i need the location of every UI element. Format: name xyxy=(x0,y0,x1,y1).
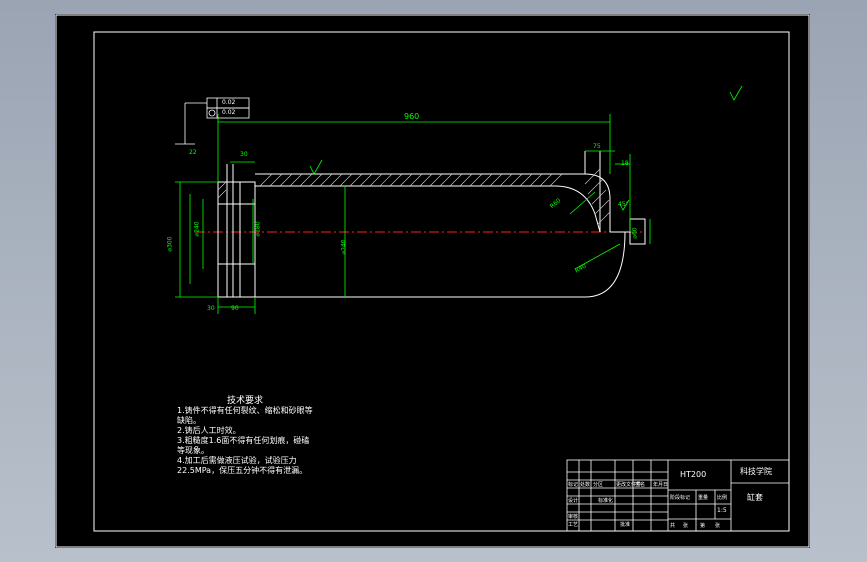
tech-req-line: 1.铸件不得有任何裂纹、缩松和砂眼等 xyxy=(177,406,313,415)
tolerance-frame xyxy=(175,97,250,145)
tech-req-line: 4.加工后需做液压试验，试验压力 xyxy=(177,456,297,465)
tb-label: 标记 xyxy=(568,482,579,488)
dim-angle-mark: 45° xyxy=(618,201,629,208)
tech-req-line: 22.5MPa，保压五分钟不得有泄漏。 xyxy=(177,466,308,475)
tb-sheet: 张 xyxy=(715,523,721,529)
dim-top-75: 75 xyxy=(593,143,601,150)
tech-req-line: 缺陷。 xyxy=(177,416,201,425)
dim-small-step: 22 xyxy=(189,149,197,156)
tb-row2: 重量 xyxy=(698,495,709,501)
tb-sheet: 张 xyxy=(683,523,689,529)
tb-label: 处数 xyxy=(580,482,591,488)
dim-top-18: 18 xyxy=(621,160,629,167)
dim-overall-length: 960 xyxy=(404,112,420,121)
dimension-lines xyxy=(175,114,651,314)
dim-outer-dia-300: ⌀300 xyxy=(166,236,174,252)
tb-row3: 审核 xyxy=(568,514,579,520)
tech-req-line: 2.铸后人工时效。 xyxy=(177,426,241,435)
tech-req-line: 等现象。 xyxy=(177,446,209,455)
tb-row2: 标准化 xyxy=(598,498,614,504)
tech-req-line: 3.粗糙度1.6面不得有任何划痕，碰磕 xyxy=(177,436,310,445)
dim-end-dia-60: ⌀60 xyxy=(631,227,639,239)
sheet-border-outer xyxy=(55,14,810,548)
section-hatching xyxy=(217,168,611,225)
dim-inner-dia-240: ⌀240 xyxy=(340,239,348,255)
dim-inner-dia-180: ⌀180 xyxy=(254,221,262,237)
tb-row2: 设计 xyxy=(568,498,579,504)
tb-row2: 比例 xyxy=(717,495,728,501)
tb-label: 分区 xyxy=(593,482,604,488)
tech-req-title: 技术要求 xyxy=(227,396,264,406)
title-block-scale: 1:5 xyxy=(717,507,727,514)
tb-label: 年月日 xyxy=(653,482,669,488)
tb-sheet: 第 xyxy=(700,523,706,529)
tb-row2: 阶段标记 xyxy=(670,495,691,501)
title-block-school: 科技学院 xyxy=(740,467,772,476)
roughness-marks xyxy=(309,85,743,211)
tolerance-value-2: 0.02 xyxy=(222,109,236,116)
dim-bottom-90: 90 xyxy=(231,305,239,312)
title-block-material: HT200 xyxy=(680,470,707,479)
cad-drawing xyxy=(55,14,810,548)
dim-bottom-small: 30 xyxy=(207,305,215,312)
technical-requirements: 技术要求 1.铸件不得有任何裂纹、缩松和砂眼等 缺陷。 2.铸后人工时效。 3.… xyxy=(177,396,313,476)
dim-flange-width: 30 xyxy=(240,151,248,158)
tolerance-value-1: 0.02 xyxy=(222,99,236,106)
part-outline xyxy=(217,151,646,298)
drawing-viewport[interactable]: 960 30 22 ⌀240 ⌀180 ⌀300 ⌀240 ⌀60 R60 R4… xyxy=(55,14,810,548)
tb-sheet: 共 xyxy=(670,523,676,529)
tb-label: 签名 xyxy=(635,482,646,488)
tb-row3: 批准 xyxy=(620,522,631,528)
title-block-part-name: 缸套 xyxy=(747,493,763,502)
tb-row3: 工艺 xyxy=(568,522,579,528)
dim-outer-dia-240: ⌀240 xyxy=(193,221,201,237)
